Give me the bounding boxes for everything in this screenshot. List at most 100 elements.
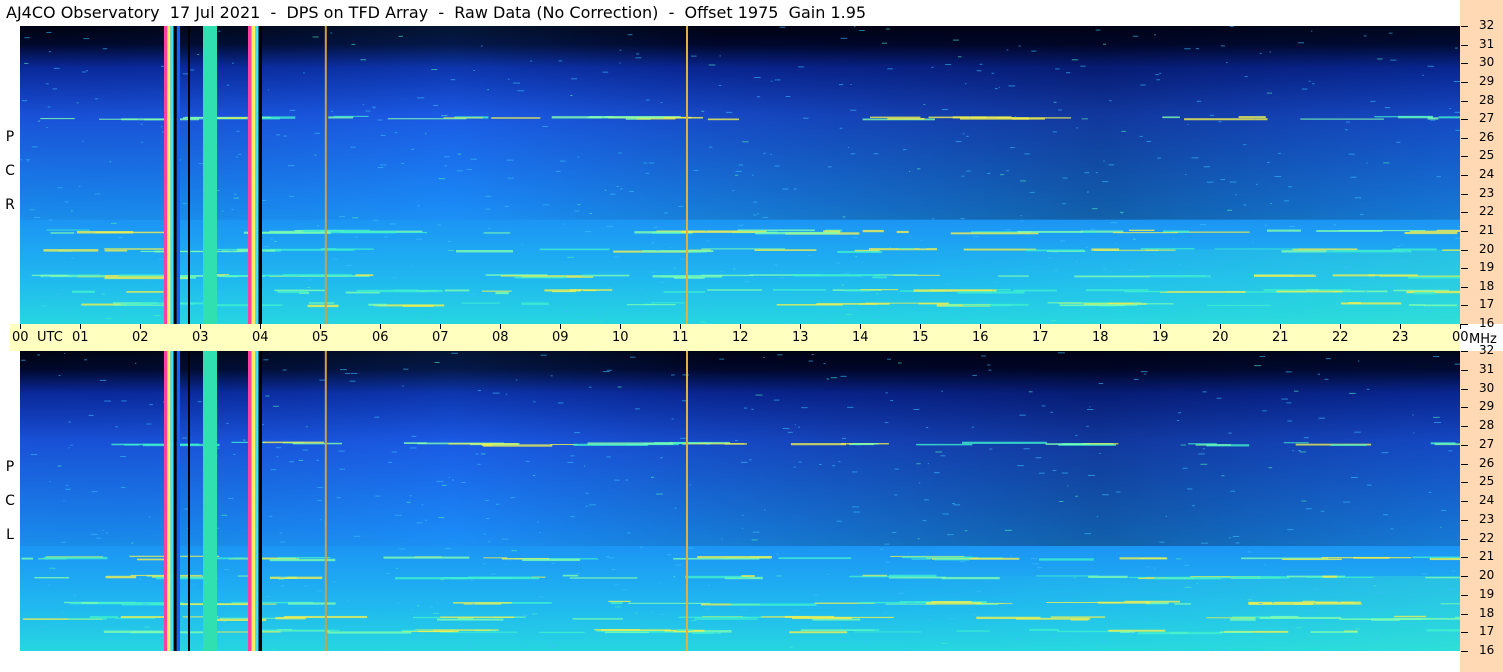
noise-speck [461,482,466,484]
freq-tick-label: 16 [1479,316,1495,330]
noise-speck [656,249,660,251]
noise-speck [570,95,573,97]
noise-speck [998,86,1000,88]
interference-band [277,556,331,559]
noise-speck [1057,352,1065,354]
noise-speck [902,149,907,151]
interference-band [604,631,649,634]
noise-speck [1264,224,1267,226]
freq-tick-label: 23 [1479,185,1495,200]
noise-speck [753,201,758,203]
freq-tick-label: 17 [1479,624,1495,639]
noise-speck [604,189,607,191]
freq-tick [1461,369,1468,371]
interference-band [642,250,714,253]
noise-speck [486,518,490,520]
interference-band [495,291,509,295]
freq-tick [1461,557,1468,559]
noise-speck [948,618,956,620]
interference-band [269,576,323,579]
interference-band [776,304,843,306]
vertical-interference [176,26,180,324]
interference-band [701,248,786,250]
noise-speck [584,465,586,467]
noise-speck [920,240,923,242]
interference-band [707,289,762,291]
noise-speck [972,374,977,376]
noise-speck [1430,119,1436,121]
interference-band [1070,618,1089,621]
noise-speck [314,154,317,156]
noise-speck [1133,378,1139,380]
noise-speck [333,311,340,313]
noise-speck [1289,226,1296,228]
noise-speck [574,432,580,434]
noise-speck [525,460,530,462]
noise-speck [620,188,623,190]
noise-speck [1355,628,1361,630]
noise-speck [742,514,744,516]
noise-speck [645,99,650,101]
interference-band [432,629,491,631]
noise-speck [332,581,336,583]
noise-speck [1383,514,1388,516]
noise-speck [394,132,398,134]
noise-speck [1084,172,1090,174]
noise-speck [330,32,333,34]
interference-band [1144,249,1176,251]
noise-speck [774,79,781,81]
noise-speck [846,313,852,315]
freq-tick-label: 21 [1479,222,1495,237]
noise-speck [144,626,150,628]
noise-speck [1433,422,1441,424]
noise-speck [1357,360,1360,362]
noise-speck [525,604,527,606]
interference-band [275,616,306,620]
noise-speck [556,170,561,172]
noise-speck [1086,425,1089,427]
noise-speck [827,321,835,323]
noise-speck [433,104,439,106]
noise-speck [45,83,49,85]
diurnal-shade [20,26,1460,220]
noise-speck [635,612,638,614]
interference-band [1302,600,1316,602]
noise-speck [197,401,202,403]
noise-speck [1103,160,1105,162]
noise-speck [969,116,971,118]
noise-speck [375,495,381,497]
noise-speck [1304,306,1309,308]
freq-tick-label: 30 [1479,380,1495,395]
interference-band [998,275,1029,277]
noise-speck [1235,194,1238,196]
interference-band [1408,276,1460,279]
interference-band [1207,304,1272,306]
noise-speck [1366,388,1370,390]
noise-speck [1041,405,1046,407]
noise-speck [1140,84,1146,86]
noise-speck [518,82,521,84]
noise-speck [1075,495,1078,497]
noise-speck [1448,289,1453,291]
noise-speck [218,30,221,32]
noise-speck [673,576,676,578]
noise-speck [90,533,98,535]
interference-band [333,115,369,117]
noise-speck [76,102,79,104]
noise-speck [303,72,305,74]
interference-band [681,443,744,445]
freq-tick-label: 28 [1479,418,1495,432]
noise-speck [1449,107,1451,109]
noise-speck [719,271,724,273]
low-freq-glow [20,249,1460,324]
interference-band [1322,575,1337,578]
noise-speck [275,134,281,136]
noise-speck [602,444,610,446]
noise-speck [1030,558,1038,560]
noise-speck [600,320,603,322]
noise-speck [431,69,438,71]
noise-speck [725,111,733,113]
noise-speck [504,205,510,207]
freq-tick-label: 25 [1479,474,1495,489]
noise-speck [783,314,785,316]
